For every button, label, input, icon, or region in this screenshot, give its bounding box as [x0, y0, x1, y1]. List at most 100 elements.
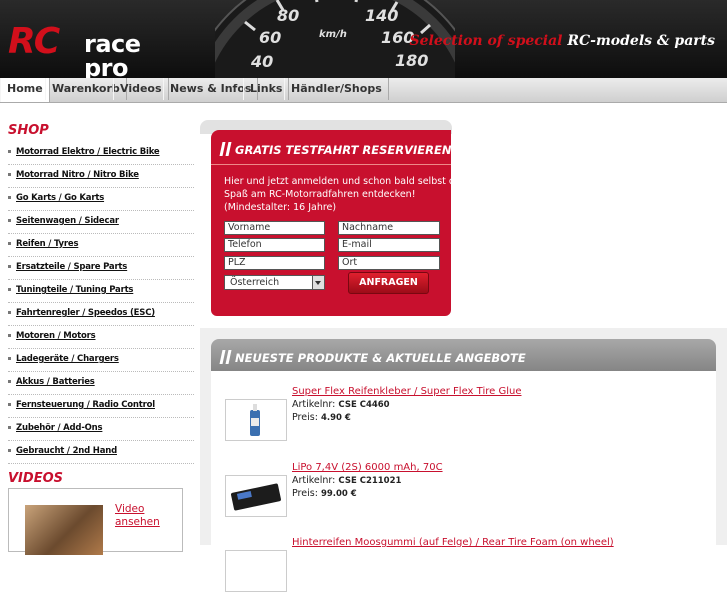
list-item: Fernsteuerung / Radio Control: [8, 395, 194, 418]
video-teaser: Video ansehen: [8, 488, 183, 555]
products-title: NEUESTE PRODUKTE & AKTUELLE ANGEBOTE: [235, 351, 526, 365]
price-label: Preis:: [292, 412, 318, 423]
bullet-icon: [8, 242, 11, 245]
test-ride-title: GRATIS TESTFAHRT RESERVIEREN!: [235, 143, 451, 157]
nav-haendler-shops[interactable]: Händler/Shops: [284, 78, 389, 100]
main-nav: Home Warenkorb Videos News & Infos Links…: [0, 78, 727, 103]
art-value: CSE C4460: [338, 400, 390, 410]
divider: [211, 164, 451, 165]
bullet-icon: [8, 150, 11, 153]
category-link[interactable]: Fahrtenregler / Speedos (ESC): [16, 308, 155, 318]
product-price: Preis: 99.00 €: [292, 488, 357, 499]
category-link[interactable]: Motorrad Nitro / Nitro Bike: [16, 170, 139, 180]
bullet-icon: [8, 357, 11, 360]
category-link[interactable]: Motoren / Motors: [16, 331, 96, 341]
nav-videos[interactable]: Videos: [113, 78, 169, 100]
product-item: Hinterreifen Moosgummi (auf Felge) / Rea…: [222, 537, 702, 597]
logo-rc: RC: [8, 21, 60, 62]
bullet-icon: [8, 449, 11, 452]
category-link[interactable]: Ladegeräte / Chargers: [16, 354, 119, 364]
category-link[interactable]: Reifen / Tyres: [16, 239, 79, 249]
product-image[interactable]: [225, 475, 287, 517]
test-ride-heading: GRATIS TESTFAHRT RESERVIEREN!: [219, 140, 451, 157]
product-art-number: Artikelnr: CSE C211021: [292, 475, 401, 486]
bullet-icon: [8, 265, 11, 268]
list-item: Motorrad Elektro / Electric Bike: [8, 142, 194, 165]
chevron-down-icon[interactable]: [312, 276, 324, 289]
gauge-label-180: 180: [395, 51, 429, 70]
list-item: Ersatzteile / Spare Parts: [8, 257, 194, 280]
bullet-icon: [8, 219, 11, 222]
product-name[interactable]: Super Flex Reifenkleber / Super Flex Tir…: [292, 386, 521, 397]
gauge-label-140: 140: [365, 6, 399, 25]
price-value: 4.90 €: [320, 413, 351, 423]
category-link[interactable]: Akkus / Batteries: [16, 377, 95, 387]
list-item: Motoren / Motors: [8, 326, 194, 349]
category-link[interactable]: Tuningteile / Tuning Parts: [16, 285, 133, 295]
art-value: CSE C211021: [338, 476, 402, 486]
list-item: Go Karts / Go Karts: [8, 188, 194, 211]
category-link[interactable]: Fernsteuerung / Radio Control: [16, 400, 155, 410]
category-link[interactable]: Gebraucht / 2nd Hand: [16, 446, 117, 456]
list-item: Motorrad Nitro / Nitro Bike: [8, 165, 194, 188]
test-ride-panel: GRATIS TESTFAHRT RESERVIEREN! Hier und j…: [200, 120, 452, 318]
list-item: Tuningteile / Tuning Parts: [8, 280, 194, 303]
product-item: LiPo 7,4V (2S) 6000 mAh, 70C Artikelnr: …: [222, 462, 702, 522]
city-field[interactable]: Ort: [338, 256, 440, 270]
products-heading: NEUESTE PRODUKTE & AKTUELLE ANGEBOTE: [219, 348, 526, 365]
bullet-icon: [8, 288, 11, 291]
shop-heading: SHOP: [8, 123, 49, 138]
list-item: Zubehör / Add-Ons: [8, 418, 194, 441]
bullet-icon: [8, 196, 11, 199]
last-name-field[interactable]: Nachname: [338, 221, 440, 235]
gauge-unit: km/h: [319, 29, 347, 40]
nav-home[interactable]: Home: [0, 78, 50, 102]
product-image[interactable]: [225, 550, 287, 592]
product-name[interactable]: Hinterreifen Moosgummi (auf Felge) / Rea…: [292, 537, 614, 548]
list-item: Ladegeräte / Chargers: [8, 349, 194, 372]
category-link[interactable]: Zubehör / Add-Ons: [16, 423, 103, 433]
double-bar-icon: [219, 142, 232, 156]
art-label: Artikelnr:: [292, 399, 336, 410]
list-item: Reifen / Tyres: [8, 234, 194, 257]
bullet-icon: [8, 403, 11, 406]
request-button[interactable]: ANFRAGEN: [348, 272, 429, 294]
gauge-label-40: 40: [251, 52, 274, 71]
list-item: Akkus / Batteries: [8, 372, 194, 395]
category-link[interactable]: Go Karts / Go Karts: [16, 193, 104, 203]
email-field[interactable]: E-mail: [338, 238, 440, 252]
tagline-part-1: Selection of special: [409, 33, 568, 49]
product-name[interactable]: LiPo 7,4V (2S) 6000 mAh, 70C: [292, 462, 443, 473]
phone-field[interactable]: Telefon: [224, 238, 325, 252]
bullet-icon: [8, 334, 11, 337]
product-list: Super Flex Reifenkleber / Super Flex Tir…: [211, 371, 716, 592]
bullet-icon: [8, 173, 11, 176]
video-thumbnail[interactable]: [25, 505, 103, 555]
logo-text: race pro: [84, 30, 141, 78]
first-name-field[interactable]: Vorname: [224, 221, 325, 235]
videos-heading: VIDEOS: [8, 471, 63, 486]
bullet-icon: [8, 380, 11, 383]
category-link[interactable]: Motorrad Elektro / Electric Bike: [16, 147, 160, 157]
product-item: Super Flex Reifenkleber / Super Flex Tir…: [222, 386, 702, 446]
video-watch-link[interactable]: Video ansehen: [115, 503, 175, 529]
zip-field[interactable]: PLZ: [224, 256, 325, 270]
price-label: Preis:: [292, 488, 318, 499]
art-label: Artikelnr:: [292, 475, 336, 486]
nav-links[interactable]: Links: [243, 78, 290, 100]
product-price: Preis: 4.90 €: [292, 412, 351, 423]
category-link[interactable]: Ersatzteile / Spare Parts: [16, 262, 127, 272]
test-ride-form: GRATIS TESTFAHRT RESERVIEREN! Hier und j…: [211, 130, 451, 316]
category-link[interactable]: Seitenwagen / Sidecar: [16, 216, 119, 226]
site-header: RC race pro 80 140 60 km/h 160 40 180 Se…: [0, 0, 727, 78]
gauge-label-60: 60: [259, 28, 282, 47]
list-item: Gebraucht / 2nd Hand: [8, 441, 194, 464]
product-art-number: Artikelnr: CSE C4460: [292, 399, 390, 410]
double-bar-icon: [219, 350, 232, 364]
shop-category-list: Motorrad Elektro / Electric Bike Motorra…: [8, 142, 194, 464]
list-item: Fahrtenregler / Speedos (ESC): [8, 303, 194, 326]
country-select[interactable]: Österreich: [224, 275, 325, 290]
bullet-icon: [8, 426, 11, 429]
battery-pack-icon: [231, 483, 281, 511]
product-image[interactable]: [225, 399, 287, 441]
